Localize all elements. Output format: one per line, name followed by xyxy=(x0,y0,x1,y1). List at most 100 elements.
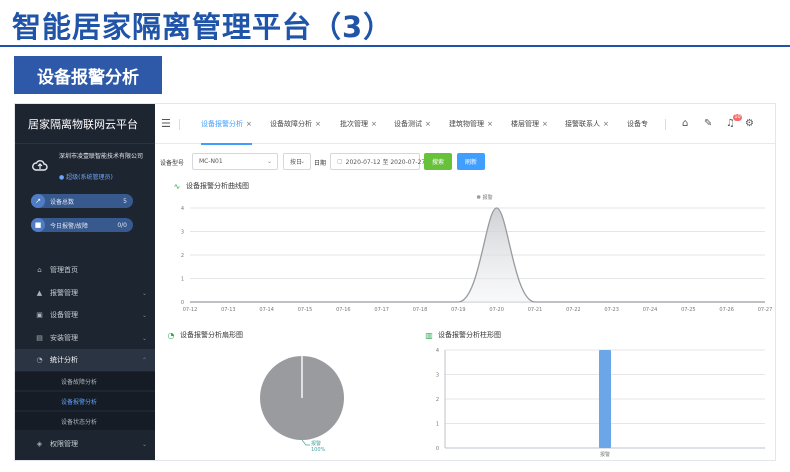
sidebar-item-stats[interactable]: ◔ 统计分析 ⌃ xyxy=(15,349,155,371)
tab-label: 建筑物管理 xyxy=(449,120,484,128)
sidebar-subitem-status-analysis[interactable]: 设备状态分析 xyxy=(15,412,155,430)
menu-fold-icon[interactable]: ☰ xyxy=(161,117,171,130)
tab-label: 批次管理 xyxy=(340,120,368,128)
device-type-label: 设备型号 xyxy=(160,160,185,167)
period-select[interactable]: 按日 ⌄ xyxy=(283,153,311,170)
filter-bar: 设备型号 MC-N01 ⌄ 按日 ⌄ 日期 ▢ 2020-07-12 至 202… xyxy=(160,153,760,171)
bar-chart-title-text: 设备报警分析柱形图 xyxy=(438,331,501,339)
chevron-down-icon: ⌄ xyxy=(299,158,305,165)
app-window: 居家隔离物联网云平台 深圳市凌壹联智能技术有限公司 ● 超级(系统管理员) ↗ … xyxy=(14,103,776,461)
tab-label: 设备测试 xyxy=(394,120,422,128)
sidebar-item-alarm[interactable]: ▲ 报警管理 ⌄ xyxy=(15,282,155,304)
tab-label: 楼层管理 xyxy=(511,120,539,128)
sidebar-item-home[interactable]: ⌂ 管理首页 xyxy=(15,259,155,281)
edit-icon[interactable]: ✎ xyxy=(704,118,712,129)
sidebar-item-install[interactable]: ▤ 安装管理 ⌄ xyxy=(15,327,155,349)
close-icon[interactable]: × xyxy=(425,120,431,128)
sidebar-subitem-fault-analysis[interactable]: 设备故障分析 xyxy=(15,372,155,390)
y-tick-label: 1 xyxy=(436,422,439,428)
sidebar-item-permission[interactable]: ◈ 权限管理 ⌄ xyxy=(15,433,155,455)
install-icon: ▤ xyxy=(36,334,43,342)
x-tick-label: 07-23 xyxy=(604,307,619,313)
gear-icon[interactable]: ⚙ xyxy=(745,118,754,129)
x-tick-label: 报警 xyxy=(600,451,610,458)
x-tick-label: 07-27 xyxy=(758,307,773,313)
y-tick-label: 3 xyxy=(181,230,184,236)
pie-chart: 报警100% xyxy=(260,356,344,453)
y-tick-label: 3 xyxy=(436,373,439,379)
user-profile: 深圳市凌壹联智能技术有限公司 ● 超级(系统管理员) xyxy=(15,148,155,188)
refresh-button[interactable]: 刷新 xyxy=(457,153,485,170)
slide-title: 智能居家隔离管理平台（3） xyxy=(12,10,394,44)
close-icon[interactable]: × xyxy=(603,120,609,128)
y-tick-label: 0 xyxy=(181,300,184,306)
chevron-down-icon: ⌄ xyxy=(141,289,147,297)
date-label: 日期 xyxy=(314,160,327,167)
title-divider xyxy=(0,45,790,47)
submenu-label: 设备报警分析 xyxy=(61,398,98,406)
legend-label: 报警 xyxy=(483,194,493,201)
line-chart: 0 1 2 3 4 07-12 07-13 07-14 07-15 07-16 07-17 07-18… xyxy=(181,194,773,313)
tab-device-test[interactable]: 设备测试 × xyxy=(394,104,431,144)
search-button[interactable]: 搜索 xyxy=(424,153,452,170)
submenu-label: 设备故障分析 xyxy=(61,378,98,386)
stat-today-alarm[interactable]: ■ 今日报警/故障 0/0 xyxy=(31,218,133,232)
sidebar: 居家隔离物联网云平台 深圳市凌壹联智能技术有限公司 ● 超级(系统管理员) ↗ … xyxy=(15,104,155,460)
x-tick-label: 07-15 xyxy=(298,307,313,313)
tab-building[interactable]: 建筑物管理 × xyxy=(449,104,493,144)
y-tick-label: 2 xyxy=(181,253,184,259)
shield-icon: ◈ xyxy=(36,440,43,448)
device-type-value: MC-N01 xyxy=(199,158,223,165)
bar-chart-icon: ▥ xyxy=(425,330,433,340)
menu-label: 报警管理 xyxy=(50,289,78,297)
tab-label: 设备专 xyxy=(627,120,648,128)
tab-divider xyxy=(179,119,180,130)
pie-slice-percent: 100% xyxy=(311,447,326,453)
tab-contact[interactable]: 接警联系人 × xyxy=(565,104,609,144)
x-tick-label: 07-22 xyxy=(566,307,581,313)
x-tick-label: 07-16 xyxy=(336,307,351,313)
menu-label: 统计分析 xyxy=(50,356,78,364)
bar xyxy=(599,350,611,448)
pie-chart-title-text: 设备报警分析扇形图 xyxy=(180,331,243,339)
pie-label-leader xyxy=(301,439,310,446)
y-tick-label: 2 xyxy=(436,397,439,403)
x-tick-label: 07-19 xyxy=(451,307,466,313)
chevron-down-icon: ⌄ xyxy=(141,311,147,319)
close-icon[interactable]: × xyxy=(246,120,252,128)
tab-alarm-analysis[interactable]: 设备报警分析 × xyxy=(201,104,252,145)
menu-label: 设备管理 xyxy=(50,311,78,319)
chevron-down-icon: ⌄ xyxy=(141,440,147,448)
tab-batch[interactable]: 批次管理 × xyxy=(340,104,377,144)
brand-title: 居家隔离物联网云平台 xyxy=(15,104,155,144)
home-icon[interactable]: ⌂ xyxy=(682,118,688,129)
pie-chart-title: ◔ 设备报警分析扇形图 xyxy=(166,330,244,340)
x-tick-label: 07-18 xyxy=(413,307,428,313)
stat-value: 5 xyxy=(123,197,127,205)
close-icon[interactable]: × xyxy=(542,120,548,128)
y-tick-label: 1 xyxy=(181,277,184,283)
x-tick-label: 07-17 xyxy=(374,307,389,313)
sidebar-item-device[interactable]: ▣ 设备管理 ⌄ xyxy=(15,304,155,326)
chevron-down-icon: ⌄ xyxy=(266,158,272,165)
stat-label: 今日报警/故障 xyxy=(50,222,89,230)
device-icon: ▣ xyxy=(36,311,43,319)
section-badge: 设备报警分析 xyxy=(14,56,162,94)
tab-floor[interactable]: 楼层管理 × xyxy=(511,104,548,144)
device-type-select[interactable]: MC-N01 ⌄ xyxy=(192,153,278,170)
menu-label: 权限管理 xyxy=(50,440,78,448)
submenu-label: 设备状态分析 xyxy=(61,418,98,426)
sidebar-subitem-alarm-analysis[interactable]: 设备报警分析 xyxy=(15,392,155,410)
date-range-picker[interactable]: ▢ 2020-07-12 至 2020-07-27 xyxy=(330,153,425,170)
tab-fault-analysis[interactable]: 设备故障分析 × xyxy=(270,104,321,144)
close-icon[interactable]: × xyxy=(315,120,321,128)
trend-icon: ↗ xyxy=(31,194,45,208)
y-tick-label: 0 xyxy=(436,446,439,452)
stat-device-total[interactable]: ↗ 设备总数 5 xyxy=(31,194,133,208)
calendar-icon: ▢ xyxy=(337,158,343,165)
chevron-down-icon: ⌄ xyxy=(141,334,147,342)
close-icon[interactable]: × xyxy=(371,120,377,128)
tab-device-overflow[interactable]: 设备专 xyxy=(627,104,648,144)
tab-label: 接警联系人 xyxy=(565,120,600,128)
close-icon[interactable]: × xyxy=(487,120,493,128)
